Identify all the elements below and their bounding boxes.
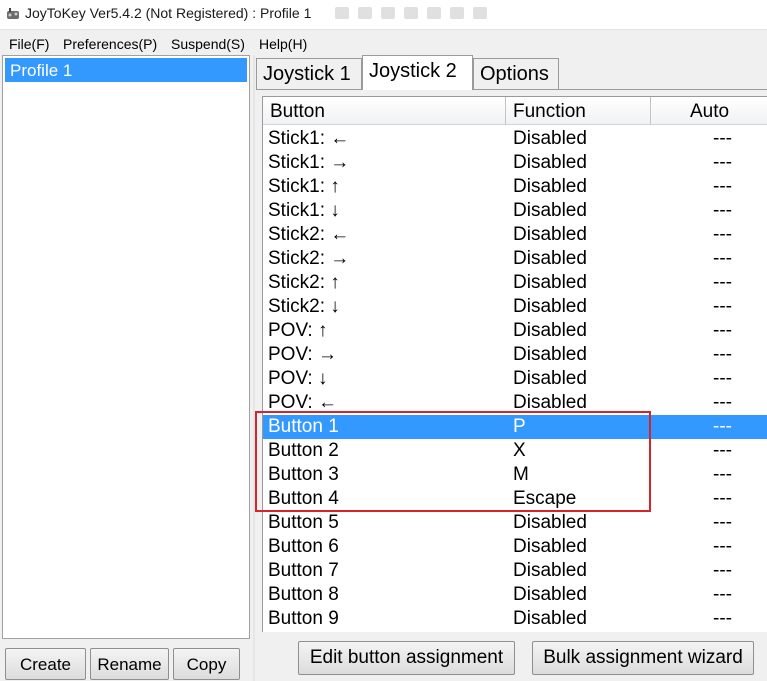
- table-row[interactable]: POV: ↑ Disabled ---: [263, 319, 767, 343]
- cell-auto: ---: [713, 560, 732, 581]
- cell-function: Disabled: [513, 344, 587, 365]
- table-row[interactable]: Stick1: ↑ Disabled ---: [263, 175, 767, 199]
- table-row[interactable]: Stick1: ← Disabled ---: [263, 127, 767, 151]
- title-bar: JoyToKey Ver5.4.2 (Not Registered) : Pro…: [0, 0, 767, 30]
- table-row[interactable]: Button 5 Disabled ---: [263, 511, 767, 535]
- cell-function: Disabled: [513, 368, 587, 389]
- table-row[interactable]: POV: → Disabled ---: [263, 343, 767, 367]
- cell-button: Button 6: [268, 536, 339, 557]
- cell-button: Button 9: [268, 608, 339, 629]
- menu-bar: File(F) Preferences(P) Suspend(S) Help(H…: [0, 32, 767, 54]
- tab-options[interactable]: Options: [473, 58, 559, 90]
- cell-function: Disabled: [513, 560, 587, 581]
- cell-function: Disabled: [513, 128, 587, 149]
- menu-file[interactable]: File(F): [9, 36, 49, 52]
- annotation-highlight-box: [255, 411, 651, 512]
- table-row[interactable]: Stick2: ↑ Disabled ---: [263, 271, 767, 295]
- cell-button: POV: ↑: [268, 320, 328, 341]
- cell-auto: ---: [713, 248, 732, 269]
- button-assignment-list[interactable]: Button Function Auto Stick1: ← Disabled --…: [262, 96, 767, 632]
- cell-auto: ---: [713, 224, 732, 245]
- tab-joystick-2[interactable]: Joystick 2: [362, 55, 473, 90]
- cell-button: Stick2: ←: [268, 224, 350, 245]
- cell-button: Stick1: ←: [268, 128, 350, 149]
- menu-help[interactable]: Help(H): [259, 36, 307, 52]
- cell-auto: ---: [713, 464, 732, 485]
- copy-profile-button[interactable]: Copy: [173, 648, 240, 680]
- table-row[interactable]: Stick1: → Disabled ---: [263, 151, 767, 175]
- cell-auto: ---: [713, 128, 732, 149]
- table-row[interactable]: Stick2: → Disabled ---: [263, 247, 767, 271]
- cell-auto: ---: [713, 392, 732, 413]
- cell-button: Stick2: ↑: [268, 272, 340, 293]
- cell-function: Disabled: [513, 224, 587, 245]
- list-header: Button Function Auto: [263, 97, 767, 125]
- profile-list[interactable]: Profile 1: [2, 55, 250, 639]
- table-row[interactable]: Button 7 Disabled ---: [263, 559, 767, 583]
- cell-function: Disabled: [513, 200, 587, 221]
- cell-auto: ---: [713, 368, 732, 389]
- cell-function: Disabled: [513, 584, 587, 605]
- cell-button: Stick1: ↓: [268, 200, 340, 221]
- window-title: JoyToKey Ver5.4.2 (Not Registered) : Pro…: [25, 5, 312, 21]
- cell-button: Stick1: ↑: [268, 176, 340, 197]
- bulk-assignment-wizard-button[interactable]: Bulk assignment wizard: [532, 641, 754, 675]
- column-header-auto[interactable]: Auto: [651, 97, 767, 125]
- cell-auto: ---: [713, 344, 732, 365]
- cell-function: Disabled: [513, 608, 587, 629]
- rename-profile-button[interactable]: Rename: [90, 648, 169, 680]
- table-row[interactable]: Stick2: ↓ Disabled ---: [263, 295, 767, 319]
- cell-auto: ---: [713, 152, 732, 173]
- cell-auto: ---: [713, 488, 732, 509]
- cell-button: Stick1: →: [268, 152, 350, 173]
- table-row[interactable]: POV: ↓ Disabled ---: [263, 367, 767, 391]
- cell-auto: ---: [713, 440, 732, 461]
- cell-button: Button 7: [268, 560, 339, 581]
- cell-auto: ---: [713, 200, 732, 221]
- titlebar-controls: [335, 6, 535, 20]
- cell-auto: ---: [713, 296, 732, 317]
- cell-function: Disabled: [513, 296, 587, 317]
- cell-auto: ---: [713, 320, 732, 341]
- cell-button: POV: ↓: [268, 368, 328, 389]
- table-row[interactable]: Button 6 Disabled ---: [263, 535, 767, 559]
- cell-function: Disabled: [513, 152, 587, 173]
- cell-function: Disabled: [513, 536, 587, 557]
- table-row[interactable]: Stick2: ← Disabled ---: [263, 223, 767, 247]
- cell-auto: ---: [713, 608, 732, 629]
- cell-function: Disabled: [513, 176, 587, 197]
- create-profile-button[interactable]: Create: [5, 648, 86, 680]
- edit-button-assignment-button[interactable]: Edit button assignment: [298, 641, 515, 675]
- cell-button: POV: →: [268, 344, 337, 365]
- cell-auto: ---: [713, 176, 732, 197]
- profile-item-profile-1[interactable]: Profile 1: [5, 58, 247, 82]
- cell-auto: ---: [713, 536, 732, 557]
- tab-joystick-1[interactable]: Joystick 1: [256, 58, 362, 90]
- table-row[interactable]: Stick1: ↓ Disabled ---: [263, 199, 767, 223]
- cell-auto: ---: [713, 416, 732, 437]
- tab-divider: [256, 89, 767, 90]
- cell-auto: ---: [713, 272, 732, 293]
- column-header-button[interactable]: Button: [263, 97, 506, 125]
- cell-function: Disabled: [513, 320, 587, 341]
- table-row[interactable]: Button 9 Disabled ---: [263, 607, 767, 631]
- cell-function: Disabled: [513, 272, 587, 293]
- table-row[interactable]: Button 8 Disabled ---: [263, 583, 767, 607]
- panel-splitter[interactable]: [253, 55, 255, 681]
- cell-button: Button 5: [268, 512, 339, 533]
- cell-auto: ---: [713, 584, 732, 605]
- cell-function: Disabled: [513, 512, 587, 533]
- column-header-function[interactable]: Function: [506, 97, 651, 125]
- cell-function: Disabled: [513, 248, 587, 269]
- cell-button: Stick2: ↓: [268, 296, 340, 317]
- menu-preferences[interactable]: Preferences(P): [63, 36, 157, 52]
- cell-button: Button 8: [268, 584, 339, 605]
- cell-auto: ---: [713, 512, 732, 533]
- menu-suspend[interactable]: Suspend(S): [171, 36, 245, 52]
- joytokey-app-icon[interactable]: [5, 6, 21, 22]
- cell-button: Stick2: →: [268, 248, 350, 269]
